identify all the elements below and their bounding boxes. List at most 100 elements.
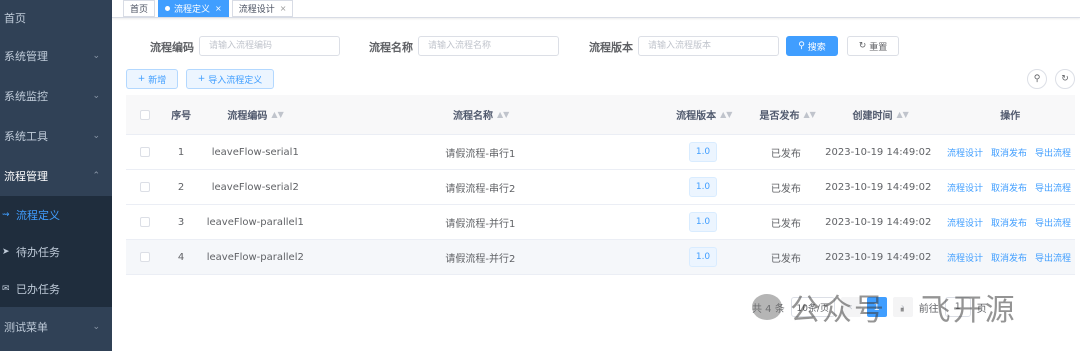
- code-input[interactable]: 请输入流程编码: [199, 36, 340, 56]
- cell-name: 请假流程-并行2: [445, 253, 516, 265]
- header-actions: 操作: [1000, 111, 1021, 122]
- name-input[interactable]: 请输入流程名称: [418, 36, 559, 56]
- sidebar-item-process-definition[interactable]: ⇝ 流程定义: [0, 196, 112, 233]
- cell-index: 4: [177, 251, 185, 263]
- cell-code: leaveFlow-parallel2: [206, 251, 304, 263]
- sidebar-item-home[interactable]: 首页: [0, 0, 112, 36]
- sort-icon[interactable]: ▲▼: [271, 110, 283, 119]
- unpublish-link[interactable]: 取消发布: [991, 216, 1027, 229]
- unpublish-link[interactable]: 取消发布: [991, 181, 1027, 194]
- cell-index: 3: [177, 216, 185, 228]
- header-name[interactable]: 流程名称 ▲▼: [313, 107, 649, 122]
- sidebar: 首页 系统管理 ⌄ 系统监控 ⌄ 系统工具 ⌄ 流程管理 ⌃ ⇝ 流程定义 ➤ …: [0, 0, 112, 351]
- cell-created: 2023-10-19 14:49:02: [825, 251, 932, 263]
- plus-icon: +: [197, 74, 206, 84]
- tag-home[interactable]: 首页: [123, 0, 156, 17]
- goto-page-input[interactable]: 1: [944, 297, 971, 317]
- export-link[interactable]: 导出流程: [1035, 181, 1071, 194]
- unpublish-link[interactable]: 取消发布: [991, 146, 1027, 159]
- design-link[interactable]: 流程设计: [947, 146, 983, 159]
- sidebar-item-system-tools[interactable]: 系统工具 ⌄: [0, 116, 112, 156]
- header-code[interactable]: 流程编码 ▲▼: [198, 107, 313, 122]
- sidebar-item-test-menu[interactable]: 测试菜单 ⌄: [0, 307, 112, 347]
- version-input[interactable]: 请输入流程版本: [638, 36, 779, 56]
- process-table: 序号 流程编码 ▲▼ 流程名称 ▲▼ 流程版本 ▲▼ 是否发布 ▲▼ 创建时间 ▲▼ 操作…: [126, 95, 1075, 275]
- version-tag: 1.0: [689, 212, 718, 232]
- prev-page-button[interactable]: ‹: [840, 297, 861, 317]
- table-row[interactable]: 3 leaveFlow-parallel1 请假流程-并行1 1.0 已发布 2…: [126, 205, 1075, 240]
- row-checkbox[interactable]: [140, 147, 151, 157]
- sidebar-item-label: 待办任务: [16, 245, 60, 259]
- export-link[interactable]: 导出流程: [1035, 251, 1071, 264]
- sidebar-item-label: 已办任务: [16, 282, 60, 296]
- row-checkbox[interactable]: [140, 182, 151, 192]
- goto-label: 前往: [918, 303, 939, 315]
- tags-view: 首页 流程定义 × 流程设计 ×: [112, 0, 1080, 18]
- tag-process-definition[interactable]: 流程定义 ×: [158, 0, 229, 17]
- table-row[interactable]: 4 leaveFlow-parallel2 请假流程-并行2 1.0 已发布 2…: [126, 240, 1075, 275]
- design-link[interactable]: 流程设计: [947, 181, 983, 194]
- sidebar-item-process-management[interactable]: 流程管理 ⌃: [0, 156, 112, 196]
- code-label: 流程编码: [150, 41, 194, 54]
- sort-icon[interactable]: ▲▼: [896, 110, 908, 119]
- chevron-down-icon: ⌄: [92, 91, 100, 101]
- next-page-button[interactable]: ›: [892, 297, 913, 317]
- sort-icon[interactable]: ▲▼: [804, 110, 816, 119]
- sidebar-item-done-tasks[interactable]: ✉ 已办任务: [0, 270, 112, 307]
- toggle-search-button[interactable]: ⚲: [1027, 69, 1047, 89]
- header-published[interactable]: 是否发布 ▲▼: [760, 107, 816, 122]
- header-created[interactable]: 创建时间 ▲▼: [816, 107, 946, 122]
- plus-icon: +: [137, 74, 146, 84]
- version-tag: 1.0: [689, 177, 718, 197]
- sidebar-item-system-management[interactable]: 系统管理 ⌄: [0, 36, 112, 76]
- sidebar-item-label: 系统工具: [4, 130, 48, 143]
- table-row[interactable]: 2 leaveFlow-serial2 请假流程-串行2 1.0 已发布 202…: [126, 170, 1075, 205]
- row-checkbox[interactable]: [140, 217, 151, 227]
- reset-button[interactable]: ↻ 重置: [847, 36, 899, 56]
- tag-label: 流程设计: [238, 5, 275, 15]
- page-number-1[interactable]: 1: [866, 297, 887, 317]
- version-tag: 1.0: [689, 142, 718, 162]
- sidebar-item-label: 测试菜单: [4, 321, 48, 334]
- cell-code: leaveFlow-parallel1: [206, 216, 304, 228]
- tag-label: 首页: [130, 5, 149, 15]
- sort-icon[interactable]: ▲▼: [720, 110, 732, 119]
- search-icon: ⚲: [1033, 74, 1041, 84]
- import-button[interactable]: + 导入流程定义: [186, 69, 274, 89]
- chevron-down-icon: ⌄: [92, 322, 100, 332]
- export-link[interactable]: 导出流程: [1035, 146, 1071, 159]
- export-link[interactable]: 导出流程: [1035, 216, 1071, 229]
- cell-code: leaveFlow-serial2: [211, 181, 299, 193]
- select-all-checkbox[interactable]: [140, 109, 151, 120]
- sidebar-item-label: 首页: [4, 12, 26, 25]
- add-button[interactable]: + 新增: [126, 69, 178, 89]
- close-icon[interactable]: ×: [280, 4, 287, 13]
- header-published-label: 是否发布: [759, 111, 800, 122]
- unpublish-link[interactable]: 取消发布: [991, 251, 1027, 264]
- cell-published: 已发布: [770, 253, 801, 265]
- sort-icon[interactable]: ▲▼: [497, 110, 509, 119]
- header-version[interactable]: 流程版本 ▲▼: [649, 107, 759, 122]
- sidebar-item-todo-tasks[interactable]: ➤ 待办任务: [0, 233, 112, 270]
- refresh-icon: ↻: [1061, 74, 1069, 84]
- search-form: 流程编码 请输入流程编码 流程名称 请输入流程名称 流程版本 请输入流程版本 ⚲…: [112, 36, 1080, 56]
- cell-created: 2023-10-19 14:49:02: [825, 216, 932, 228]
- cell-published: 已发布: [770, 183, 801, 195]
- sidebar-item-system-monitor[interactable]: 系统监控 ⌄: [0, 76, 112, 116]
- refresh-icon: ↻: [858, 41, 867, 51]
- page-size-select[interactable]: 10条/页: [790, 297, 835, 317]
- close-icon[interactable]: ×: [215, 4, 222, 13]
- search-button[interactable]: ⚲ 搜索: [786, 36, 838, 56]
- chevron-down-icon: ⌄: [92, 51, 100, 61]
- tag-process-design[interactable]: 流程设计 ×: [231, 0, 294, 17]
- sidebar-item-label: 系统管理: [4, 50, 48, 63]
- page-suffix: 页: [976, 303, 987, 315]
- design-link[interactable]: 流程设计: [947, 251, 983, 264]
- design-link[interactable]: 流程设计: [947, 216, 983, 229]
- table-row[interactable]: 1 leaveFlow-serial1 请假流程-串行1 1.0 已发布 202…: [126, 135, 1075, 170]
- refresh-button[interactable]: ↻: [1055, 69, 1075, 89]
- chevron-up-icon: ⌃: [92, 171, 100, 181]
- row-checkbox[interactable]: [140, 252, 151, 262]
- header-code-label: 流程编码: [227, 111, 268, 122]
- cell-created: 2023-10-19 14:49:02: [825, 146, 932, 158]
